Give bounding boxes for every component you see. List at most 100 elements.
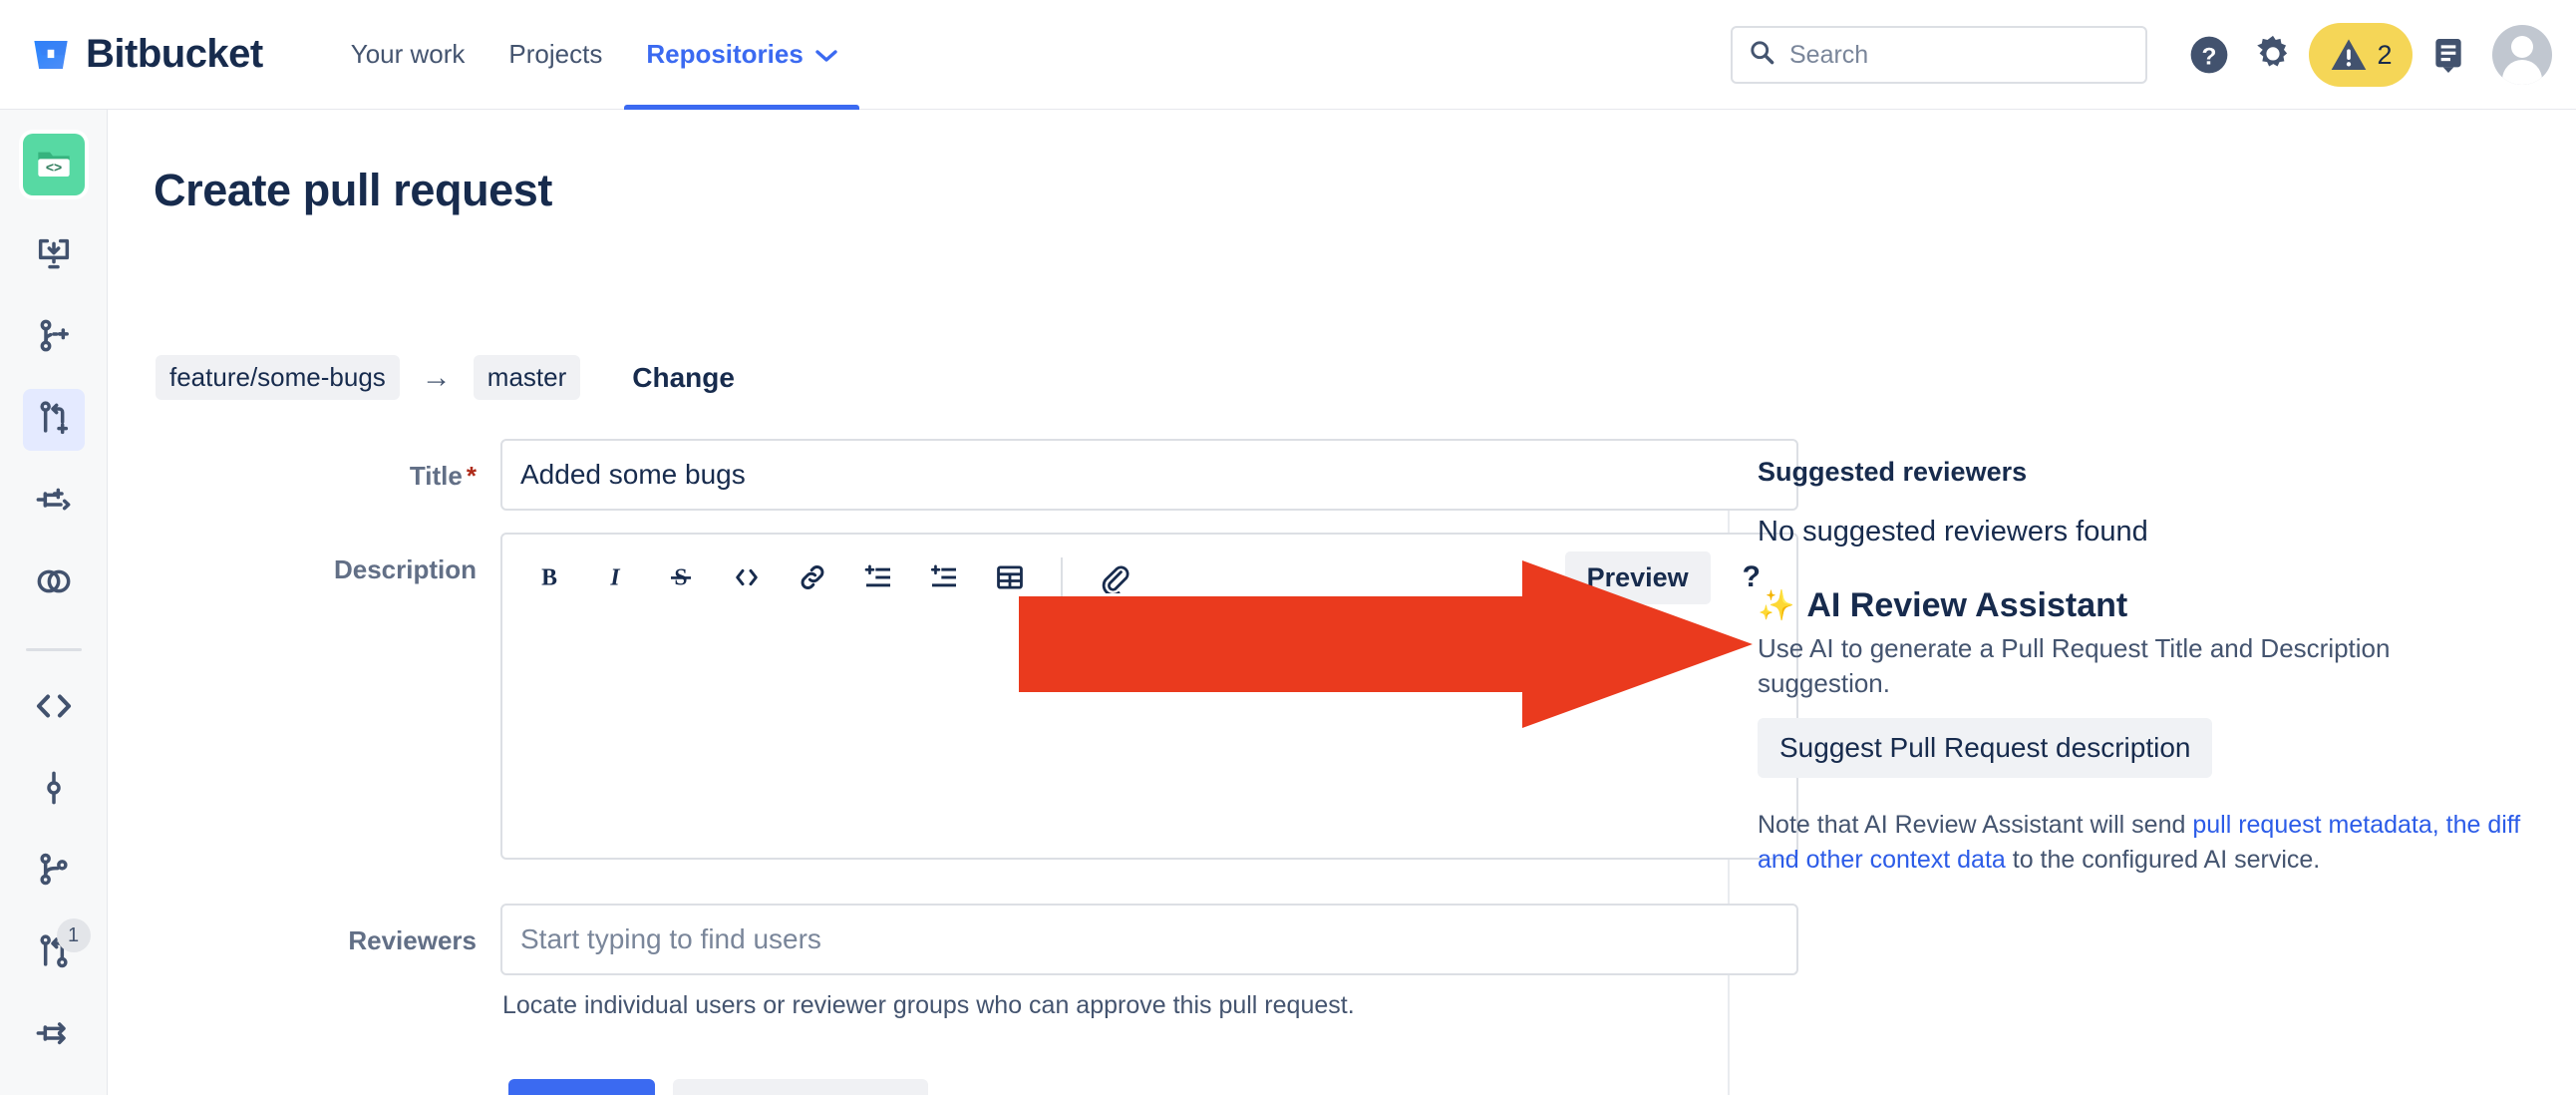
svg-text:?: ? (2202, 43, 2217, 70)
reviewers-input[interactable]: Start typing to find users (500, 904, 1798, 975)
description-toolbar: B I S Preview ? (502, 535, 1796, 620)
brand[interactable]: Bitbucket (32, 32, 263, 77)
nav-item-projects[interactable]: Projects (486, 0, 624, 110)
brand-name: Bitbucket (86, 32, 263, 76)
ai-privacy-note: Note that AI Review Assistant will send … (1758, 808, 2545, 877)
link-icon[interactable] (784, 548, 841, 606)
title-label: Title * (409, 461, 477, 491)
nav-item-label: Repositories (646, 39, 804, 69)
editor-right-actions: Preview ? (1564, 550, 1778, 604)
suggest-pull-request-description-button[interactable]: Suggest Pull Request description (1758, 718, 2213, 779)
description-label: Description (333, 554, 477, 584)
sidebar-item-branches[interactable] (23, 841, 85, 903)
toolbar-divider (1061, 557, 1063, 597)
repository-logo-icon[interactable]: <> (22, 134, 85, 195)
title-input-value: Added some bugs (520, 459, 746, 490)
description-editor[interactable]: B I S Preview ? (500, 533, 1798, 860)
sidebar-item-forks[interactable] (23, 1004, 85, 1066)
italic-icon[interactable]: I (586, 548, 644, 606)
create-fork-icon (34, 480, 74, 525)
sidebar-item-compare[interactable] (23, 552, 85, 614)
create-branch-icon (34, 316, 74, 361)
active-tab-underline (624, 104, 859, 110)
note-prefix: Note that AI Review Assistant will send (1758, 811, 2193, 840)
attachment-icon[interactable] (1085, 548, 1142, 606)
sidebar-item-create-pull-request[interactable] (22, 389, 85, 451)
bulleted-list-icon[interactable] (849, 548, 907, 606)
reviewers-label: Reviewers (348, 925, 477, 955)
destination-branch-chip[interactable]: master (473, 355, 581, 400)
ai-review-assistant-title: ✨ AI Review Assistant (1758, 586, 2555, 625)
reviewers-row: Reviewers Start typing to find users Loc… (108, 904, 1822, 1020)
branch-selector-row: feature/some-bugs → master Change (156, 355, 735, 400)
sidebar-item-clone[interactable] (23, 225, 85, 287)
strikethrough-icon[interactable]: S (652, 548, 710, 606)
primary-nav: Your work Projects Repositories (329, 0, 859, 110)
bitbucket-create-pull-request-page: Bitbucket Your work Projects Repositorie… (0, 0, 2576, 1095)
source-code-icon (33, 685, 75, 732)
bold-icon[interactable]: B (520, 548, 578, 606)
help-icon[interactable]: ? (2177, 23, 2241, 87)
sidebar-item-create-fork[interactable] (23, 471, 85, 533)
feed-icon[interactable] (2416, 23, 2480, 87)
settings-gear-icon[interactable] (2241, 23, 2305, 87)
create-pull-request-icon (34, 398, 74, 443)
nav-item-your-work[interactable]: Your work (329, 0, 487, 110)
sidebar-item-pull-requests[interactable]: 1 (23, 918, 91, 984)
compare-icon (34, 561, 74, 606)
required-marker: * (466, 461, 477, 491)
source-branch-chip[interactable]: feature/some-bugs (156, 355, 400, 400)
search-placeholder: Search (1789, 40, 1869, 69)
suggested-reviewers-empty: No suggested reviewers found (1758, 516, 2148, 548)
ai-description-text: Use AI to generate a Pull Request Title … (1758, 633, 2391, 698)
create-as-draft-button[interactable]: Create as draft (673, 1079, 929, 1095)
warning-badge-count: 2 (2377, 39, 2393, 70)
commits-icon (34, 768, 74, 813)
create-button[interactable]: Create (508, 1079, 656, 1095)
notifications-warning-icon[interactable]: 2 (2309, 23, 2413, 87)
code-icon[interactable] (718, 548, 776, 606)
forks-icon (34, 1013, 74, 1058)
clone-download-icon (34, 234, 74, 279)
sidebar-item-source[interactable] (23, 677, 85, 739)
branches-icon (34, 850, 74, 895)
search-icon (1749, 39, 1775, 71)
reviewers-placeholder: Start typing to find users (520, 923, 821, 954)
sidebar-item-commits[interactable] (23, 759, 85, 821)
pull-request-form: Title * Added some bugs Description B I … (108, 439, 1822, 1020)
numbered-list-icon[interactable] (915, 548, 973, 606)
svg-text:<>: <> (45, 159, 61, 175)
preview-button[interactable]: Preview (1564, 550, 1711, 604)
search-input[interactable]: Search (1731, 26, 2147, 84)
ai-title-text: AI Review Assistant (1806, 586, 2128, 624)
title-row: Title * Added some bugs (108, 439, 1822, 511)
cancel-button[interactable]: Cancel (946, 1079, 1090, 1095)
form-actions: Create Create as draft Cancel (508, 1079, 1090, 1095)
title-input[interactable]: Added some bugs (500, 439, 1798, 511)
page-title: Create pull request (154, 165, 553, 215)
table-icon[interactable] (981, 548, 1039, 606)
svg-text:B: B (541, 565, 557, 591)
right-side-panel: Suggested reviewers No suggested reviewe… (1758, 457, 2555, 877)
pull-requests-badge: 1 (56, 918, 91, 952)
sidebar-item-create-branch[interactable] (23, 307, 85, 369)
suggested-reviewers-heading: Suggested reviewers (1758, 457, 2028, 487)
bitbucket-logo-icon (32, 36, 70, 74)
left-sidebar: <> 1 (0, 110, 108, 1095)
main-content: Create pull request feature/some-bugs → … (108, 110, 2576, 1095)
nav-item-label: Your work (350, 39, 466, 69)
note-suffix: to the configured AI service. (2005, 845, 2321, 874)
change-branches-button[interactable]: Change (632, 362, 735, 394)
branch-arrow-icon: → (421, 360, 452, 394)
nav-right-actions: Search ? 2 (1731, 0, 2552, 110)
reviewers-help-text: Locate individual users or reviewer grou… (502, 991, 1355, 1019)
sparkle-icon: ✨ (1758, 589, 1795, 622)
top-navigation-bar: Bitbucket Your work Projects Repositorie… (0, 0, 2576, 110)
description-row: Description B I S Preview ? (108, 511, 1822, 860)
sidebar-divider (25, 648, 82, 651)
svg-text:I: I (609, 565, 620, 591)
nav-item-label: Projects (508, 39, 603, 69)
chevron-down-icon (815, 39, 837, 70)
avatar[interactable] (2492, 25, 2552, 85)
nav-item-repositories[interactable]: Repositories (624, 0, 859, 110)
